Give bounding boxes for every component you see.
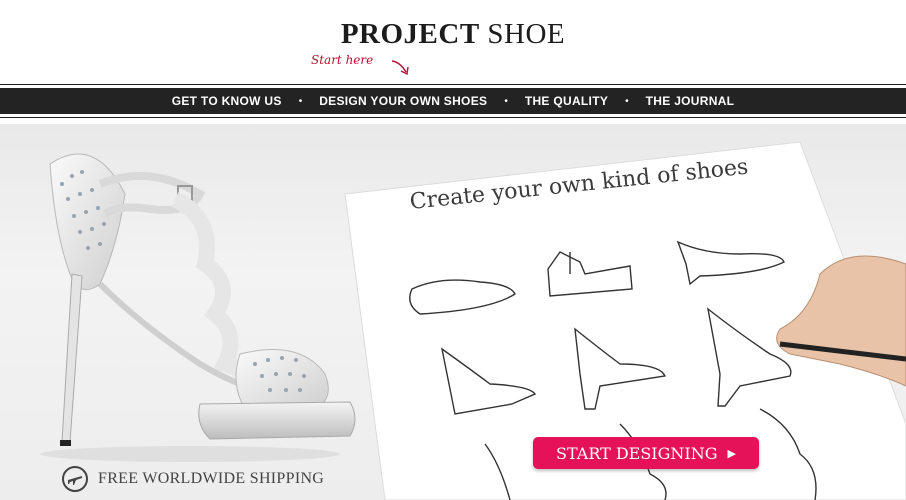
hero-banner[interactable]: Create your own kind of shoes START DESI… [0, 124, 906, 500]
main-nav: GET TO KNOW US • DESIGN YOUR OWN SHOES •… [0, 84, 906, 118]
nav-item-get-to-know-us[interactable]: GET TO KNOW US [172, 94, 282, 108]
logo-project: PROJECT [340, 18, 480, 50]
logo-shoe: SHOE [487, 18, 566, 50]
start-here-tagline: Start here [311, 53, 374, 67]
nav-bottom-rule [0, 117, 906, 118]
start-designing-button[interactable]: START DESIGNING ▶ [533, 437, 759, 469]
nav-separator: • [504, 95, 508, 107]
shipping-text: FREE WORLDWIDE SHIPPING [98, 470, 325, 487]
cta-label: START DESIGNING [556, 443, 718, 463]
nav-bar: GET TO KNOW US • DESIGN YOUR OWN SHOES •… [0, 88, 906, 114]
curved-arrow-icon [391, 60, 409, 76]
nav-top-rule [0, 84, 906, 85]
nav-item-the-quality[interactable]: THE QUALITY [525, 94, 608, 108]
airplane-icon [62, 466, 88, 492]
nav-item-design-your-own-shoes[interactable]: DESIGN YOUR OWN SHOES [319, 94, 487, 108]
nav-separator: • [298, 95, 303, 107]
sketch-paper [344, 141, 906, 500]
play-arrow-icon: ▶ [727, 446, 736, 460]
site-logo[interactable]: PROJECT SHOE [0, 18, 906, 51]
free-shipping-badge: FREE WORLDWIDE SHIPPING [62, 466, 324, 492]
nav-item-the-journal[interactable]: THE JOURNAL [646, 94, 735, 108]
nav-separator: • [625, 95, 629, 107]
